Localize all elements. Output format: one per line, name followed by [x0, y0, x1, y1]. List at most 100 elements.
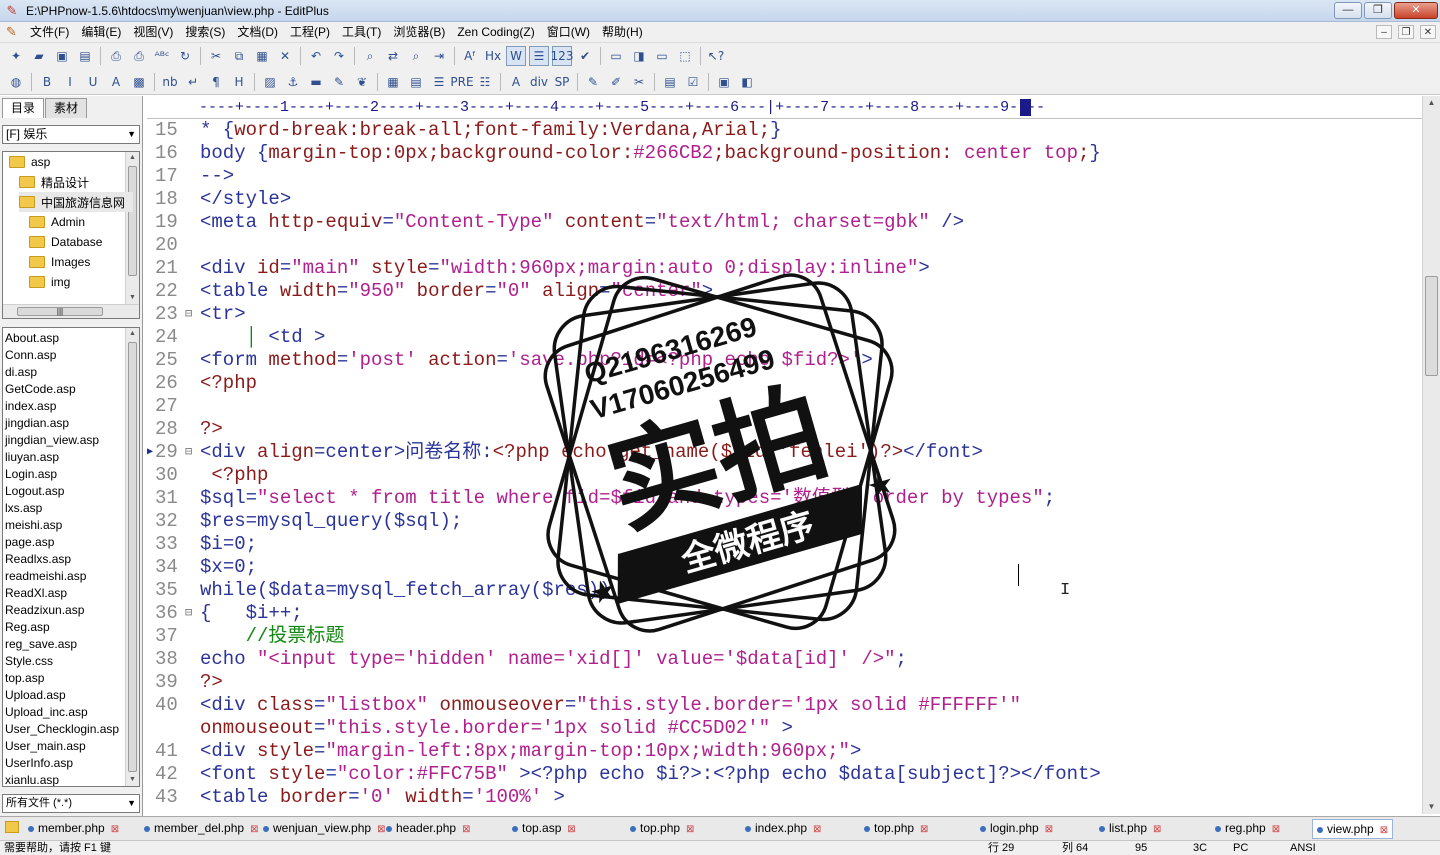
file-list-item[interactable]: liuyan.asp [5, 449, 59, 466]
doc-tab[interactable]: view.php ⊠ [1312, 819, 1394, 840]
center-icon[interactable]: ☰ [429, 72, 449, 92]
close-tab-icon[interactable]: ⊠ [920, 818, 928, 841]
scroll-up-icon[interactable]: ▲ [126, 328, 139, 340]
code-line[interactable]: 26 <?php [147, 372, 1422, 395]
new-file-icon[interactable]: ✦ [6, 46, 26, 66]
close-tab-icon[interactable]: ⊠ [1380, 822, 1388, 840]
file-list-item[interactable]: Readlxs.asp [5, 551, 71, 568]
code-line[interactable]: 42 <font style="color:#FFC75B" ><?php ech… [147, 763, 1422, 786]
file-filter-select[interactable]: 所有文件 (*.*) ▼ [2, 794, 140, 813]
code-line[interactable]: 15 * {word-break:break-all;font-family:Ve… [147, 119, 1422, 142]
drive-select[interactable]: [F] 娱乐 ▼ [2, 125, 140, 144]
code-line[interactable]: 32 $res=mysql_query($sql); [147, 510, 1422, 533]
close-tab-icon[interactable]: ⊠ [111, 818, 119, 841]
folder-item[interactable]: img [29, 272, 133, 292]
pre-icon[interactable]: PRE [450, 72, 473, 92]
code-line[interactable]: 37 //投票标题 [147, 625, 1422, 648]
doc-tab[interactable]: login.php ⊠ [980, 817, 1053, 840]
folder-item[interactable]: 精品设计 [19, 172, 133, 192]
code-editor[interactable]: ----+----1----+----2----+----3----+----4… [147, 96, 1440, 814]
code-line[interactable]: 33 $i=0; [147, 533, 1422, 556]
spellcheck-icon[interactable]: ᴬᴮᶜ [152, 46, 172, 66]
close-tab-icon[interactable]: ⊠ [1272, 818, 1280, 841]
list-box-icon[interactable]: ▤ [660, 72, 680, 92]
doc-tab[interactable]: member_del.php ⊠ [144, 817, 258, 840]
file-list-item[interactable]: GetCode.asp [5, 381, 76, 398]
file-list-item[interactable]: Upload_inc.asp [5, 704, 88, 721]
file-list-item[interactable]: jingdian.asp [5, 415, 69, 432]
file-list-scrollbar[interactable]: ▲ ▼ [125, 328, 139, 786]
bold-icon[interactable]: B [37, 72, 57, 92]
file-list-item[interactable]: page.asp [5, 534, 54, 551]
anchor-icon[interactable]: ⚓ [283, 72, 303, 92]
italic-icon[interactable]: I [60, 72, 80, 92]
menu-item[interactable]: 浏览器(B) [387, 22, 451, 43]
mdi-minimize-button[interactable]: – [1376, 25, 1392, 39]
code-line[interactable]: 41 <div style="margin-left:8px;margin-top… [147, 740, 1422, 763]
ruler-icon[interactable]: ☰ [529, 46, 549, 66]
code-line[interactable]: 28 ?> [147, 418, 1422, 441]
output-window-icon[interactable]: ▭ [652, 46, 672, 66]
code-area[interactable]: I 15 * {word-break:break-all;font-family:… [147, 119, 1422, 814]
help-pointer-icon[interactable]: ↖? [706, 46, 726, 66]
find-icon[interactable]: ⌕ [360, 46, 380, 66]
code-line[interactable]: 39 ?> [147, 671, 1422, 694]
browser-icon[interactable]: ▭ [606, 46, 626, 66]
code-line[interactable]: 30 <?php [147, 464, 1422, 487]
file-list-item[interactable]: top.asp [5, 670, 44, 687]
mdi-close-button[interactable]: ✕ [1420, 25, 1436, 39]
scroll-up-icon[interactable]: ▲ [1423, 96, 1440, 110]
tab-directory[interactable]: 目录 [2, 98, 45, 118]
color-picker-icon[interactable]: ▩ [129, 72, 149, 92]
code-line[interactable]: 35 while($data=mysql_fetch_array($res)) [147, 579, 1422, 602]
code-line[interactable]: 16 body {margin-top:0px;background-color:… [147, 142, 1422, 165]
editor-scrollbar[interactable]: ▲ ▼ [1422, 96, 1440, 814]
tab-cliptext[interactable]: 素材 [45, 98, 88, 118]
code-line[interactable]: 34 $x=0; [147, 556, 1422, 579]
code-line[interactable]: 27 [147, 395, 1422, 418]
scroll-down-icon[interactable]: ▼ [126, 774, 139, 786]
hex-icon[interactable]: Hx [483, 46, 503, 66]
check-icon[interactable]: ✔ [575, 46, 595, 66]
menu-item[interactable]: 窗口(W) [541, 22, 596, 43]
file-list-item[interactable]: ReadXl.asp [5, 585, 67, 602]
cut-icon[interactable]: ✂ [206, 46, 226, 66]
hr-icon[interactable]: ▬ [306, 72, 326, 92]
underline-icon[interactable]: U [83, 72, 103, 92]
file-list-item[interactable]: meishi.asp [5, 517, 62, 534]
form-icon[interactable]: ▤ [406, 72, 426, 92]
scroll-down-icon[interactable]: ▼ [126, 292, 139, 304]
file-list-item[interactable]: About.asp [5, 330, 59, 347]
file-list-item[interactable]: di.asp [5, 364, 37, 381]
menu-item[interactable]: 视图(V) [127, 22, 179, 43]
file-list-item[interactable]: UserInfo.asp [5, 755, 73, 772]
code-line[interactable]: 31 $sql="select * from title where fid=$f… [147, 487, 1422, 510]
file-list-item[interactable]: readmeishi.asp [5, 568, 86, 585]
close-tab-icon[interactable]: ⊠ [462, 818, 470, 841]
fold-toggle-icon[interactable]: ⊟ [185, 303, 192, 326]
menu-item[interactable]: 工具(T) [336, 22, 387, 43]
code-line[interactable]: 25 <form method='post' action='save.php?i… [147, 349, 1422, 372]
close-tab-icon[interactable]: ⊠ [686, 818, 694, 841]
menu-item[interactable]: Zen Coding(Z) [451, 22, 540, 43]
menu-item[interactable]: 编辑(E) [75, 22, 127, 43]
print-preview-icon[interactable]: ⎙ [106, 46, 126, 66]
file-list-item[interactable]: User_Checklogin.asp [5, 721, 119, 738]
print-icon[interactable]: ⎙ [129, 46, 149, 66]
code-line[interactable]: 24 │ <td > [147, 326, 1422, 349]
open-folder-icon[interactable]: ▰ [29, 46, 49, 66]
file-list-item[interactable]: User_main.asp [5, 738, 86, 755]
word-wrap-icon[interactable]: W [506, 46, 526, 66]
code-line[interactable]: 18 </style> [147, 188, 1422, 211]
minimize-button[interactable]: — [1334, 2, 1362, 19]
css-icon[interactable]: ❦ [352, 72, 372, 92]
check-box-icon[interactable]: ☑ [683, 72, 703, 92]
save-icon[interactable]: ▣ [52, 46, 72, 66]
folder-tree-hscrollbar[interactable]: ||| [3, 304, 139, 318]
delete-icon[interactable]: ✕ [275, 46, 295, 66]
style-icon[interactable]: ✐ [606, 72, 626, 92]
code-line[interactable]: 43 <table border='0' width='100%' > [147, 786, 1422, 809]
tools-icon[interactable]: ✂ [629, 72, 649, 92]
doc-tab[interactable]: header.php ⊠ [386, 817, 470, 840]
doc-tab[interactable]: index.php ⊠ [745, 817, 821, 840]
